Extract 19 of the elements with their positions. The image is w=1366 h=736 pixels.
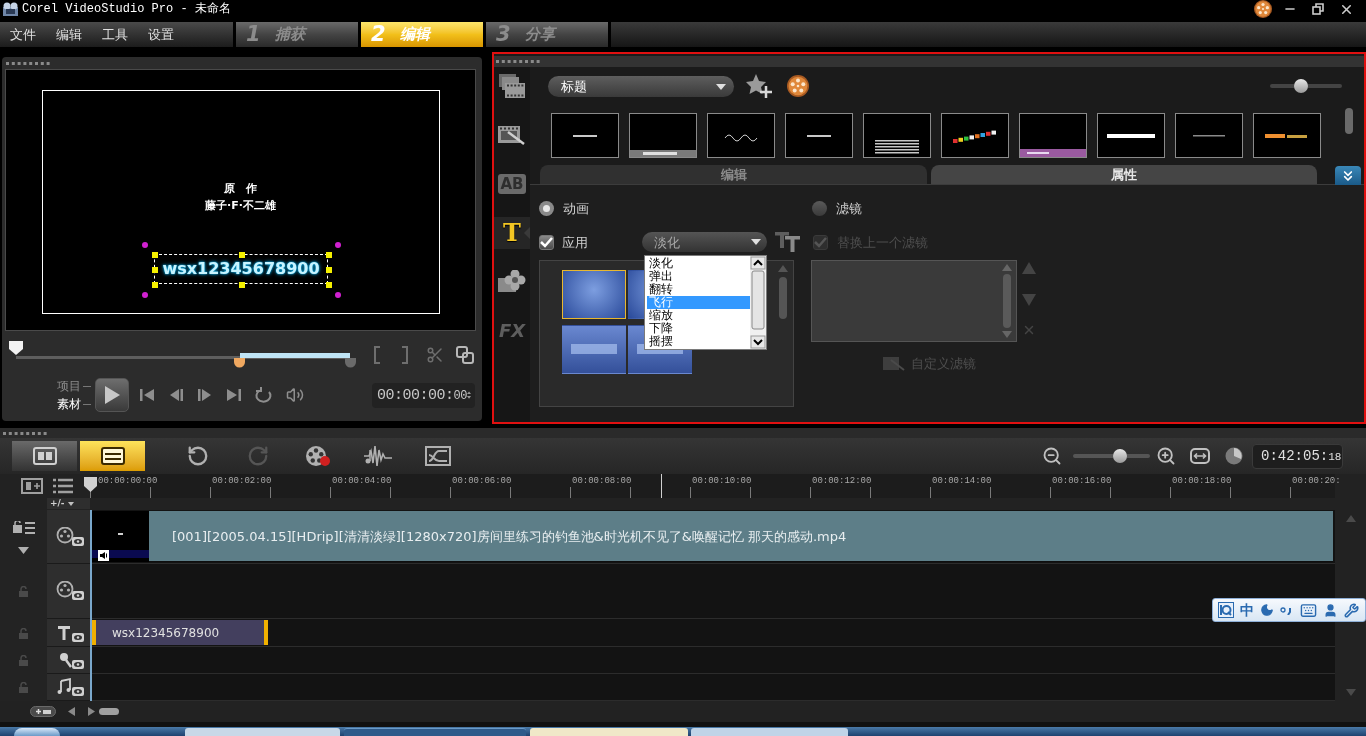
duration-field: 0:42:05:18: [1252, 443, 1343, 469]
option-label: 滤镜: [836, 201, 862, 215]
option-label: 应用: [562, 235, 589, 249]
ruler-label: 00:00:14:00: [932, 477, 993, 486]
ruler-label: 00:00:10:00: [692, 477, 753, 486]
ruler-label: 00:00:16:00: [1052, 477, 1113, 486]
ruler-label: 00:00:02:00: [212, 477, 273, 486]
clip-label: [001][2005.04.15][HDrip][清清淡绿][1280x720]房间里练习的钓鱼池&时光机不见了&唤醒记忆 那天的感动.mp4: [172, 529, 847, 543]
ruler-label: 00:00:06:00: [452, 477, 513, 486]
ruler-label: 00:00:18:00: [1172, 477, 1233, 486]
ruler-label: 00:00:00:00: [98, 477, 159, 486]
ruler-label: 00:00:04:00: [332, 477, 393, 486]
ruler-label: 00:00:20:: [1292, 477, 1341, 486]
ruler-label: 00:00:08:00: [572, 477, 633, 486]
window-title: Corel VideoStudio Pro - 未命名: [22, 3, 231, 15]
credit-text: 藤子·F·不二雄: [205, 200, 276, 211]
option-label: 动画: [563, 201, 589, 215]
ruler-label: 00:00:12:00: [812, 477, 873, 486]
credit-text: 原 作: [224, 183, 257, 194]
